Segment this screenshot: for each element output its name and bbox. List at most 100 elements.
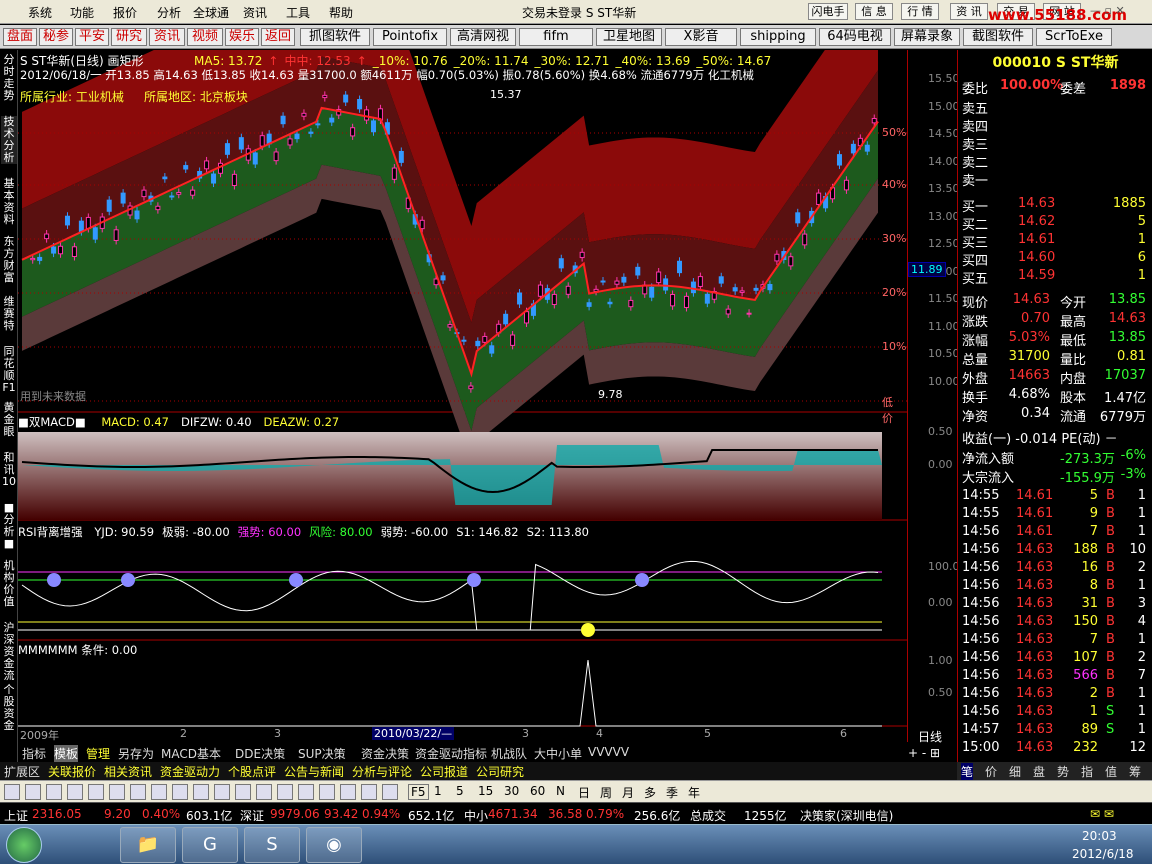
link-pointofix[interactable]: Pointofix <box>373 28 447 46</box>
link-64tv[interactable]: 64码电视 <box>819 28 891 46</box>
vtab-intraday[interactable]: 分时走势 <box>1 54 17 102</box>
link-satmap[interactable]: 卫星地图 <box>596 28 662 46</box>
indicator-tab[interactable]: 另存为 <box>118 745 154 762</box>
menu-global[interactable]: 全球通 <box>193 4 229 21</box>
indicator-tab[interactable]: 机战队 <box>491 745 527 762</box>
link-entertainment[interactable]: 娱乐 <box>225 28 259 46</box>
vtab-fundamental[interactable]: 基本资料 <box>1 178 17 226</box>
period-button[interactable]: 多 <box>644 784 656 801</box>
rsi-icon[interactable] <box>298 784 314 800</box>
link-fifm[interactable]: fifm <box>519 28 593 46</box>
chart2-icon[interactable] <box>151 784 167 800</box>
vtab-goldeye[interactable]: 黄金眼 <box>1 402 17 438</box>
arrow-icon[interactable] <box>361 784 377 800</box>
panel-tab[interactable]: 盘 <box>1033 763 1045 780</box>
menu-news[interactable]: 资讯 <box>243 4 267 21</box>
indicator-tab[interactable]: 大中小单 <box>534 745 582 762</box>
line-icon[interactable] <box>67 784 83 800</box>
vtab-ths[interactable]: 同花顺F1 <box>1 346 17 394</box>
market-button[interactable]: 行 情 <box>901 3 939 20</box>
link-back[interactable]: 返回 <box>261 28 295 46</box>
panel-tab[interactable]: 势 <box>1057 763 1069 780</box>
link-panmian[interactable]: 盘面 <box>3 28 37 46</box>
link-xmedia[interactable]: X影音 <box>665 28 737 46</box>
period-button[interactable]: 周 <box>600 784 612 801</box>
panel-tab[interactable]: 值 <box>1105 763 1117 780</box>
period-button[interactable]: 5 <box>456 784 464 798</box>
f10-icon[interactable] <box>130 784 146 800</box>
link-hdtv[interactable]: 高清网视 <box>450 28 516 46</box>
indicator-tab[interactable]: DDE决策 <box>235 745 285 762</box>
vtab-stockfund[interactable]: 个股资金 <box>1 684 17 732</box>
doc-icon[interactable] <box>172 784 188 800</box>
vtab-technical[interactable]: 技术分析 <box>1 116 17 164</box>
sort-icon[interactable] <box>277 784 293 800</box>
vtab-fundflow[interactable]: 沪深资金流 <box>1 622 17 682</box>
indicator-tab[interactable]: SUP决策 <box>298 745 346 762</box>
period-button[interactable]: N <box>556 784 565 798</box>
link-research[interactable]: 研究 <box>111 28 147 46</box>
bottom-link[interactable]: 公告与新闻 <box>284 763 344 780</box>
grid-icon[interactable] <box>88 784 104 800</box>
link-shipping[interactable]: shipping <box>740 28 816 46</box>
link-capture[interactable]: 抓图软件 <box>300 28 370 46</box>
period-button[interactable]: F5 <box>408 784 429 800</box>
menu-help[interactable]: 帮助 <box>329 4 353 21</box>
period-button[interactable]: 60 <box>530 784 545 798</box>
period-button[interactable]: 日 <box>578 784 590 801</box>
zoom-icon[interactable] <box>235 784 251 800</box>
panel-tab[interactable]: 笔 <box>961 763 974 780</box>
chart-icon[interactable] <box>4 784 20 800</box>
bars-icon[interactable] <box>46 784 62 800</box>
flash-trade-button[interactable]: 闪电手 <box>808 3 848 20</box>
menu-system[interactable]: 系统 <box>28 4 52 21</box>
period-button[interactable]: 30 <box>504 784 519 798</box>
menu-tools[interactable]: 工具 <box>286 4 310 21</box>
bottom-link[interactable]: 分析与评论 <box>352 763 412 780</box>
indicator-tab[interactable]: 资金驱动指标 <box>415 745 487 762</box>
list-icon[interactable] <box>25 784 41 800</box>
panel-tab[interactable]: 细 <box>1009 763 1021 780</box>
bottom-link[interactable]: 公司报道 <box>420 763 468 780</box>
menu-analysis[interactable]: 分析 <box>157 4 181 21</box>
period-button[interactable]: 月 <box>622 784 634 801</box>
fiz-icon[interactable] <box>193 784 209 800</box>
menu-function[interactable]: 功能 <box>70 4 94 21</box>
link-video[interactable]: 视频 <box>187 28 223 46</box>
search-icon[interactable] <box>256 784 272 800</box>
period-button[interactable]: 年 <box>688 784 700 801</box>
vtab-weisaite[interactable]: 维赛特 <box>1 296 17 332</box>
window-controls-icon[interactable]: — ▫ ✕ <box>1090 4 1125 17</box>
indicator-tab[interactable]: 模板 <box>54 745 79 762</box>
kline-svg[interactable] <box>18 50 907 742</box>
vtab-hexun[interactable]: 和讯10 <box>1 452 17 488</box>
trading-app-icon[interactable]: S <box>244 827 300 863</box>
link-scrtoexe[interactable]: ScrToExe <box>1036 28 1112 46</box>
panel-tab[interactable]: 筹 <box>1129 763 1141 780</box>
bottom-link[interactable]: 个股点评 <box>228 763 276 780</box>
link-mican[interactable]: 秘参 <box>39 28 73 46</box>
camera-app-icon[interactable]: ◉ <box>306 827 362 863</box>
start-button-icon[interactable] <box>6 827 42 863</box>
indicator-tab[interactable]: 指标 <box>22 745 46 762</box>
indicator-tab[interactable]: VVVVV <box>588 745 629 759</box>
panel-tab[interactable]: 价 <box>985 763 997 780</box>
zoom-controls[interactable]: + - ⊞ <box>908 746 940 760</box>
info-button[interactable]: 信 息 <box>855 3 893 20</box>
news-button[interactable]: 资 讯 <box>950 3 988 20</box>
menu-quote[interactable]: 报价 <box>113 4 137 21</box>
bottom-link[interactable]: 扩展区 <box>4 763 40 780</box>
kline-chart-area[interactable]: S ST华新(日线) 画矩形 MA5: 13.72 ↑ 中中: 12.53 ↑ _10%… <box>18 50 907 742</box>
period-button[interactable]: 15 <box>478 784 493 798</box>
link-screenrec[interactable]: 屏幕录象 <box>894 28 960 46</box>
link-pingan[interactable]: 平安 <box>75 28 109 46</box>
vtab-analysis[interactable]: ■分析■ <box>1 502 17 550</box>
link-news[interactable]: 资讯 <box>149 28 185 46</box>
period-button[interactable]: 季 <box>666 784 678 801</box>
indicator-tab[interactable]: 管理 <box>86 745 110 762</box>
vtab-eastmoney[interactable]: 东方财富 <box>1 236 17 284</box>
bottom-link[interactable]: 关联报价 <box>48 763 96 780</box>
period-button[interactable]: 1 <box>434 784 442 798</box>
folder-app-icon[interactable]: 📁 <box>120 827 176 863</box>
move-icon[interactable] <box>340 784 356 800</box>
